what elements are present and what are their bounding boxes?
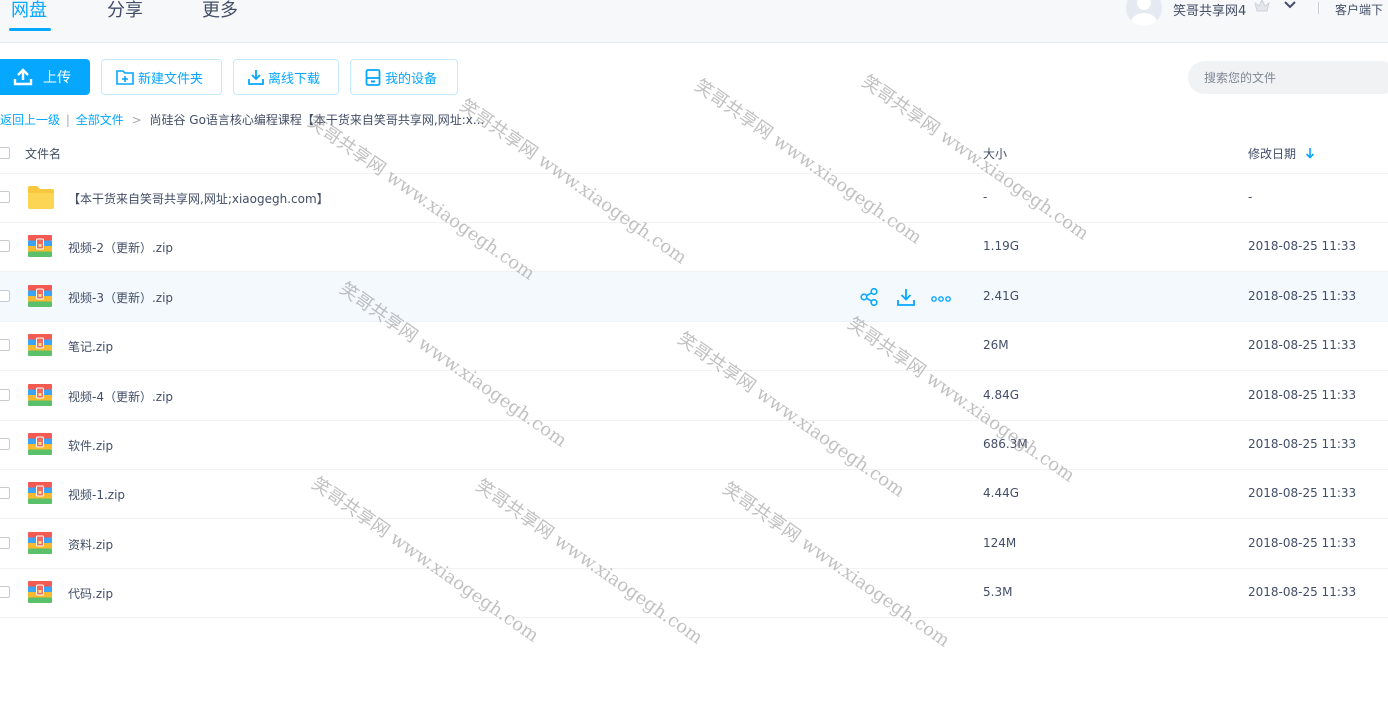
top-bar: 网盘 分享 更多 笑哥共享网4 客户端下 (0, 0, 1388, 43)
zip-file-icon (28, 284, 52, 307)
all-files-link[interactable]: 全部文件 (76, 113, 124, 127)
sort-arrow-down-icon[interactable] (1305, 147, 1315, 159)
zip-file-icon (28, 482, 52, 505)
back-link[interactable]: 返回上一级 (0, 113, 60, 127)
file-name[interactable]: 视频-4（更新）.zip (68, 388, 173, 405)
zip-file-icon (28, 235, 52, 258)
row-checkbox[interactable] (0, 339, 10, 352)
table-row[interactable]: 代码.zip 5.3M 2018-08-25 11:33 (0, 568, 1388, 619)
avatar[interactable] (1126, 0, 1162, 26)
search-input[interactable]: 搜索您的文件 (1188, 61, 1388, 94)
username[interactable]: 笑哥共享网4 (1173, 0, 1246, 19)
breadcrumb: 返回上一级 | 全部文件 > 尚硅谷 Go语言核心编程课程【本干货来自笑哥共享网… (0, 111, 484, 128)
upload-icon (13, 68, 33, 86)
row-checkbox[interactable] (0, 191, 10, 203)
client-download-link[interactable]: 客户端下 (1335, 1, 1383, 18)
zip-file-icon (28, 334, 52, 357)
tab-more[interactable]: 更多 (202, 0, 238, 22)
file-date: - (1248, 190, 1253, 204)
zip-file-icon (28, 581, 52, 604)
zip-file-icon (28, 433, 52, 455)
breadcrumb-divider: | (65, 113, 70, 127)
my-devices-label: 我的设备 (385, 71, 438, 87)
file-date: 2018-08-25 11:33 (1248, 338, 1357, 353)
active-tab-underline (9, 28, 51, 31)
row-checkbox[interactable] (0, 240, 10, 253)
breadcrumb-arrow: > (131, 113, 142, 127)
share-icon[interactable] (860, 287, 880, 309)
table-row[interactable]: 视频-1.zip 4.44G 2018-08-25 11:33 (0, 469, 1388, 520)
file-size: - (983, 190, 988, 204)
file-table-header: 文件名 大小 修改日期 (0, 132, 1388, 174)
file-size: 686.3M (983, 437, 1028, 451)
upload-button[interactable]: 上传 (0, 59, 90, 95)
divider (1318, 2, 1319, 14)
tab-netdisk[interactable]: 网盘 (11, 0, 47, 22)
search-placeholder: 搜索您的文件 (1204, 71, 1277, 85)
file-name[interactable]: 【本干货来自笑哥共享网,网址;xiaogegh.com】 (68, 190, 329, 207)
folder-icon (28, 186, 54, 209)
column-size[interactable]: 大小 (983, 145, 1007, 162)
row-checkbox[interactable] (0, 536, 10, 549)
file-size: 4.84G (983, 387, 1020, 402)
file-size: 124M (983, 535, 1017, 550)
download-icon (248, 70, 264, 85)
download-icon[interactable] (896, 288, 916, 309)
file-size: 4.44G (983, 486, 1020, 501)
file-size: 2.41G (983, 288, 1020, 303)
table-row[interactable]: 视频-4（更新）.zip 4.84G 2018-08-25 11:33 (0, 371, 1388, 421)
file-date: 2018-08-25 11:33 (1248, 288, 1357, 303)
my-devices-button[interactable]: 我的设备 (350, 59, 458, 95)
zip-file-icon (28, 383, 52, 406)
row-checkbox[interactable] (0, 487, 10, 500)
file-date: 2018-08-25 11:33 (1248, 486, 1357, 501)
vip-badge-icon (1254, 0, 1270, 12)
table-row[interactable]: 软件.zip 686.3M 2018-08-25 11:33 (0, 420, 1388, 470)
file-name[interactable]: 代码.zip (68, 585, 113, 602)
file-name[interactable]: 视频-2（更新）.zip (68, 239, 173, 256)
new-folder-button[interactable]: 新建文件夹 (101, 59, 222, 95)
offline-download-button[interactable]: 离线下载 (233, 59, 339, 95)
file-size: 1.19G (983, 239, 1020, 254)
row-checkbox[interactable] (0, 289, 10, 302)
more-icon[interactable] (931, 292, 951, 306)
table-row[interactable]: 【本干货来自笑哥共享网,网址;xiaogegh.com】 - - (0, 173, 1388, 223)
device-icon (365, 68, 381, 86)
file-date: 2018-08-25 11:33 (1248, 437, 1357, 451)
file-name[interactable]: 资料.zip (68, 536, 113, 553)
tab-share[interactable]: 分享 (107, 0, 143, 22)
file-size: 26M (983, 338, 1009, 353)
current-folder: 尚硅谷 Go语言核心编程课程【本干货来自笑哥共享网,网址:x... (149, 113, 485, 127)
file-name[interactable]: 视频-1.zip (68, 486, 125, 503)
table-row[interactable]: 笔记.zip 26M 2018-08-25 11:33 (0, 321, 1388, 372)
zip-file-icon (28, 531, 52, 554)
new-folder-label: 新建文件夹 (138, 71, 204, 87)
file-name[interactable]: 笔记.zip (68, 338, 113, 355)
row-checkbox[interactable] (0, 586, 10, 599)
file-date: 2018-08-25 11:33 (1248, 239, 1357, 254)
row-checkbox[interactable] (0, 438, 10, 450)
file-name[interactable]: 视频-3（更新）.zip (68, 289, 173, 306)
upload-label: 上传 (43, 70, 71, 86)
file-name[interactable]: 软件.zip (68, 437, 113, 454)
column-date[interactable]: 修改日期 (1248, 145, 1296, 162)
table-row[interactable]: 视频-2（更新）.zip 1.19G 2018-08-25 11:33 (0, 222, 1388, 273)
file-date: 2018-08-25 11:33 (1248, 535, 1357, 550)
file-size: 5.3M (983, 585, 1013, 600)
table-row[interactable]: 资料.zip 124M 2018-08-25 11:33 (0, 519, 1388, 569)
column-name[interactable]: 文件名 (25, 145, 61, 162)
select-all-checkbox[interactable] (0, 147, 10, 159)
file-date: 2018-08-25 11:33 (1248, 387, 1357, 402)
offline-download-label: 离线下载 (268, 71, 321, 87)
row-checkbox[interactable] (0, 388, 10, 401)
chevron-down-icon[interactable] (1284, 0, 1296, 10)
file-date: 2018-08-25 11:33 (1248, 585, 1357, 600)
new-folder-icon (116, 70, 134, 85)
table-row[interactable]: 视频-3（更新）.zip 2.41G 2018-08-25 11:33 (0, 271, 1388, 322)
